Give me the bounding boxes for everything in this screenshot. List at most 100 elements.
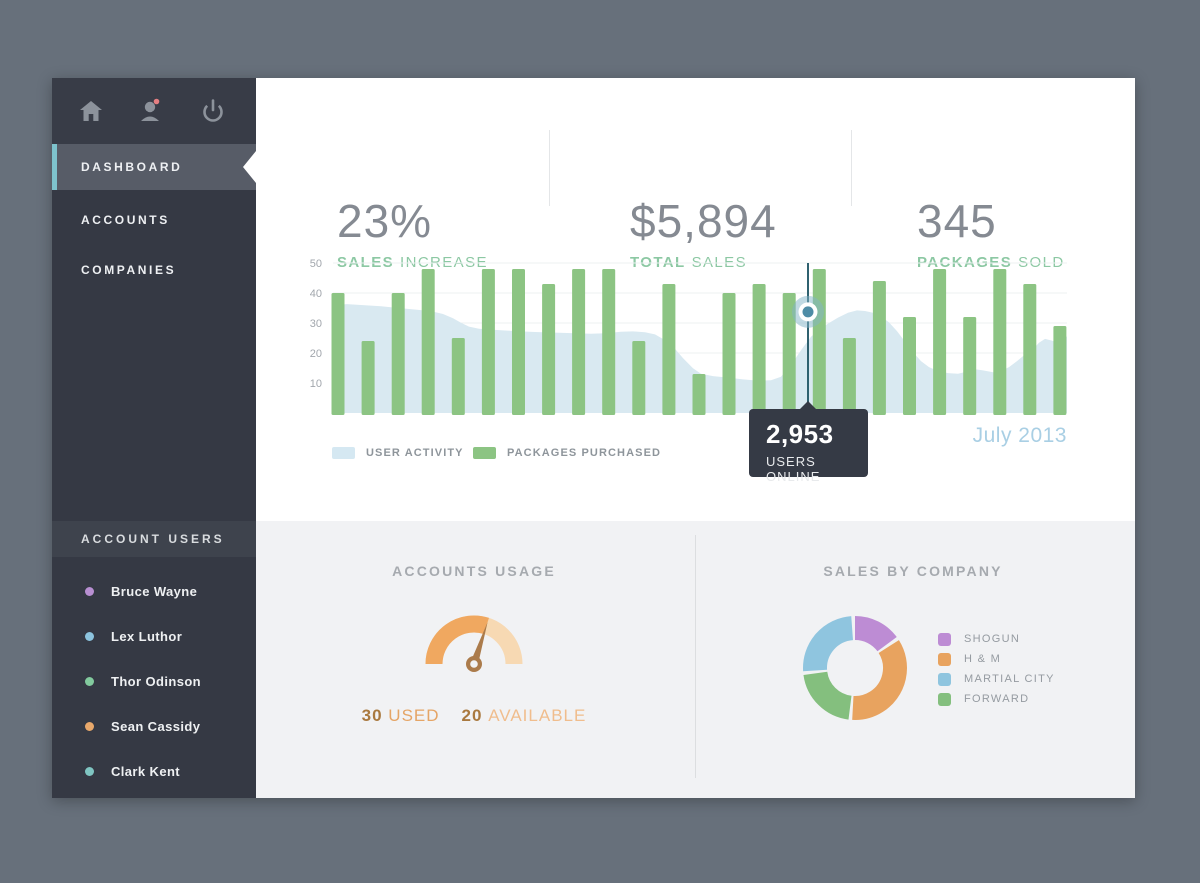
packages-bar (662, 284, 675, 415)
packages-bar (1023, 284, 1036, 415)
sales-donut-chart[interactable] (797, 610, 913, 731)
accounts-usage-gauge (409, 602, 539, 687)
svg-text:20: 20 (310, 348, 322, 360)
legend-label: USER ACTIVITY (366, 447, 464, 459)
legend-user-activity: USER ACTIVITY (332, 447, 464, 459)
account-users-header: ACCOUNT USERS (52, 521, 256, 557)
packages-bar (542, 284, 555, 415)
packages-bar (482, 269, 495, 415)
donut-legend-item[interactable]: FORWARD (938, 689, 1055, 709)
tooltip-label: USERS ONLINE (766, 454, 868, 484)
packages-bar (392, 293, 405, 415)
user-status-dot (85, 767, 94, 776)
main-content: 23% SALESINCREASE $5,894 TOTALSALES 345 … (256, 78, 1135, 798)
packages-bar (693, 374, 706, 415)
packages-bar (602, 269, 615, 415)
legend-packages-purchased: PACKAGES PURCHASED (473, 447, 661, 459)
available-count: 20 (462, 706, 483, 725)
packages-bar (422, 269, 435, 415)
account-users-list: Bruce Wayne Lex Luthor Thor Odinson Sean Ca… (52, 557, 256, 794)
legend-label: SHOGUN (964, 633, 1020, 645)
user-status-dot (85, 677, 94, 686)
packages-bar (572, 269, 585, 415)
user-name: Thor Odinson (111, 674, 201, 689)
sales-by-company-title: SALES BY COMPANY (763, 563, 1063, 579)
sidebar: DASHBOARD ACCOUNTS COMPANIES ACCOUNT USE… (52, 78, 256, 798)
legend-label: MARTIAL CITY (964, 673, 1055, 685)
svg-text:50: 50 (310, 258, 322, 270)
user-icon[interactable] (136, 96, 166, 126)
legend-label: PACKAGES PURCHASED (507, 447, 661, 459)
packages-bar (963, 317, 976, 415)
users-online-tooltip: 2,953 USERS ONLINE (749, 409, 868, 477)
legend-label: H & M (964, 653, 1001, 665)
packages-bar (332, 293, 345, 415)
tooltip-arrow (800, 401, 816, 409)
sidebar-item-label: DASHBOARD (52, 160, 182, 174)
sidebar-item-companies[interactable]: COMPANIES (52, 247, 256, 293)
sidebar-item-dashboard[interactable]: DASHBOARD (52, 144, 256, 190)
account-user-row[interactable]: Lex Luthor (52, 614, 256, 659)
user-status-dot (85, 722, 94, 731)
legend-swatch (938, 673, 951, 686)
donut-legend-item[interactable]: MARTIAL CITY (938, 669, 1055, 689)
highlight-dot (803, 306, 814, 317)
active-notch-arrow (243, 151, 256, 183)
chart-period-label: July 2013 (973, 424, 1067, 448)
active-accent-bar (52, 144, 57, 190)
account-user-row[interactable]: Thor Odinson (52, 659, 256, 704)
svg-text:40: 40 (310, 288, 322, 300)
packages-bar (753, 284, 766, 415)
notification-badge (154, 99, 160, 105)
dashboard-page: DASHBOARD ACCOUNTS COMPANIES ACCOUNT USE… (0, 0, 1200, 883)
user-activity-swatch (332, 447, 355, 459)
bottom-section: ACCOUNTS USAGE 30 USED 20 AVAILABLE SALES… (256, 521, 1135, 798)
packages-bar (723, 293, 736, 415)
app-window: DASHBOARD ACCOUNTS COMPANIES ACCOUNT USE… (52, 78, 1135, 798)
packages-bar (843, 338, 856, 415)
svg-text:10: 10 (310, 378, 322, 390)
legend-swatch (938, 693, 951, 706)
home-icon[interactable] (76, 96, 106, 126)
packages-bar (632, 341, 645, 415)
available-label: AVAILABLE (488, 706, 586, 725)
packages-bar (813, 269, 826, 415)
legend-swatch (938, 633, 951, 646)
account-user-row[interactable]: Clark Kent (52, 749, 256, 794)
user-name: Sean Cassidy (111, 719, 200, 734)
user-name: Clark Kent (111, 764, 180, 779)
account-users-title: ACCOUNT USERS (52, 532, 225, 546)
tooltip-value: 2,953 (766, 419, 868, 450)
donut-legend: SHOGUN H & M MARTIAL CITY FORWARD (938, 629, 1055, 709)
sidebar-item-accounts[interactable]: ACCOUNTS (52, 197, 256, 243)
user-name: Lex Luthor (111, 629, 182, 644)
legend-label: FORWARD (964, 693, 1029, 705)
account-user-row[interactable]: Sean Cassidy (52, 704, 256, 749)
packages-bar (933, 269, 946, 415)
packages-bar (993, 269, 1006, 415)
accounts-usage-title: ACCOUNTS USAGE (324, 563, 624, 579)
user-name: Bruce Wayne (111, 584, 197, 599)
sidebar-icon-bar (52, 78, 256, 144)
used-count: 30 (362, 706, 383, 725)
packages-swatch (473, 447, 496, 459)
account-user-row[interactable]: Bruce Wayne (52, 569, 256, 614)
packages-bar (903, 317, 916, 415)
packages-bar (362, 341, 375, 415)
sidebar-item-label: COMPANIES (52, 263, 176, 277)
used-label: USED (388, 706, 439, 725)
legend-swatch (938, 653, 951, 666)
panel-divider (695, 535, 696, 778)
packages-bar (1053, 326, 1066, 415)
gauge-readout: 30 USED 20 AVAILABLE (324, 706, 624, 726)
power-icon[interactable] (198, 96, 228, 126)
donut-legend-item[interactable]: H & M (938, 649, 1055, 669)
user-status-dot (85, 587, 94, 596)
user-status-dot (85, 632, 94, 641)
packages-bar (452, 338, 465, 415)
svg-text:30: 30 (310, 318, 322, 330)
donut-legend-item[interactable]: SHOGUN (938, 629, 1055, 649)
packages-bar (873, 281, 886, 415)
sidebar-item-label: ACCOUNTS (52, 213, 170, 227)
packages-bar (512, 269, 525, 415)
